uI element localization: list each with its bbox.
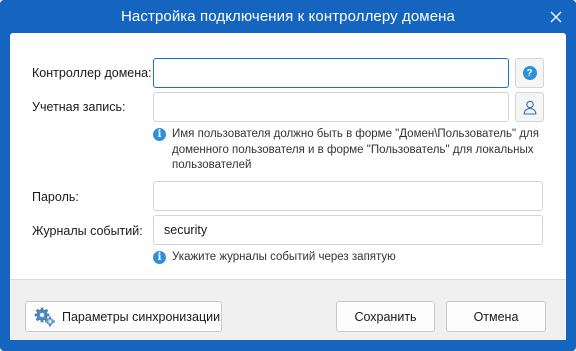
select-user-button[interactable] bbox=[515, 92, 544, 122]
account-hint-text: Имя пользователя должно быть в форме "До… bbox=[172, 128, 539, 171]
dialog-footer: Параметры синхронизации Сохранить Отмена bbox=[10, 279, 566, 340]
password-input[interactable] bbox=[153, 181, 543, 211]
domain-controller-label: Контроллер домена: bbox=[32, 66, 152, 80]
close-icon bbox=[550, 11, 562, 23]
account-hint: i Имя пользователя должно быть в форме "… bbox=[153, 127, 552, 174]
dialog-window: Настройка подключения к контроллеру доме… bbox=[0, 0, 576, 351]
info-icon: i bbox=[153, 128, 166, 141]
title-bar: Настройка подключения к контроллеру доме… bbox=[0, 0, 576, 33]
event-logs-hint-text: Укажите журналы событий через запятую bbox=[172, 251, 396, 263]
cancel-button[interactable]: Отмена bbox=[446, 301, 546, 332]
help-icon: ? bbox=[522, 66, 537, 80]
sync-settings-button[interactable]: Параметры синхронизации bbox=[25, 301, 222, 332]
password-label: Пароль: bbox=[32, 190, 79, 204]
dialog-title: Настройка подключения к контроллеру доме… bbox=[121, 8, 455, 25]
event-logs-label: Журналы событий: bbox=[32, 224, 143, 238]
event-logs-hint: i Укажите журналы событий через запятую bbox=[153, 250, 396, 266]
user-icon bbox=[523, 100, 536, 115]
account-input[interactable] bbox=[153, 92, 509, 122]
domain-controller-input[interactable] bbox=[153, 58, 509, 88]
close-button[interactable] bbox=[546, 7, 566, 27]
account-label: Учетная запись: bbox=[32, 100, 126, 114]
help-button[interactable]: ? bbox=[515, 58, 544, 88]
event-logs-input[interactable] bbox=[153, 215, 543, 245]
save-button[interactable]: Сохранить bbox=[336, 301, 435, 332]
sync-settings-label: Параметры синхронизации bbox=[62, 309, 221, 324]
gears-icon bbox=[34, 307, 55, 326]
form-panel: Контроллер домена: ? Учетная запись: i И… bbox=[10, 33, 566, 279]
info-icon: i bbox=[153, 251, 166, 264]
